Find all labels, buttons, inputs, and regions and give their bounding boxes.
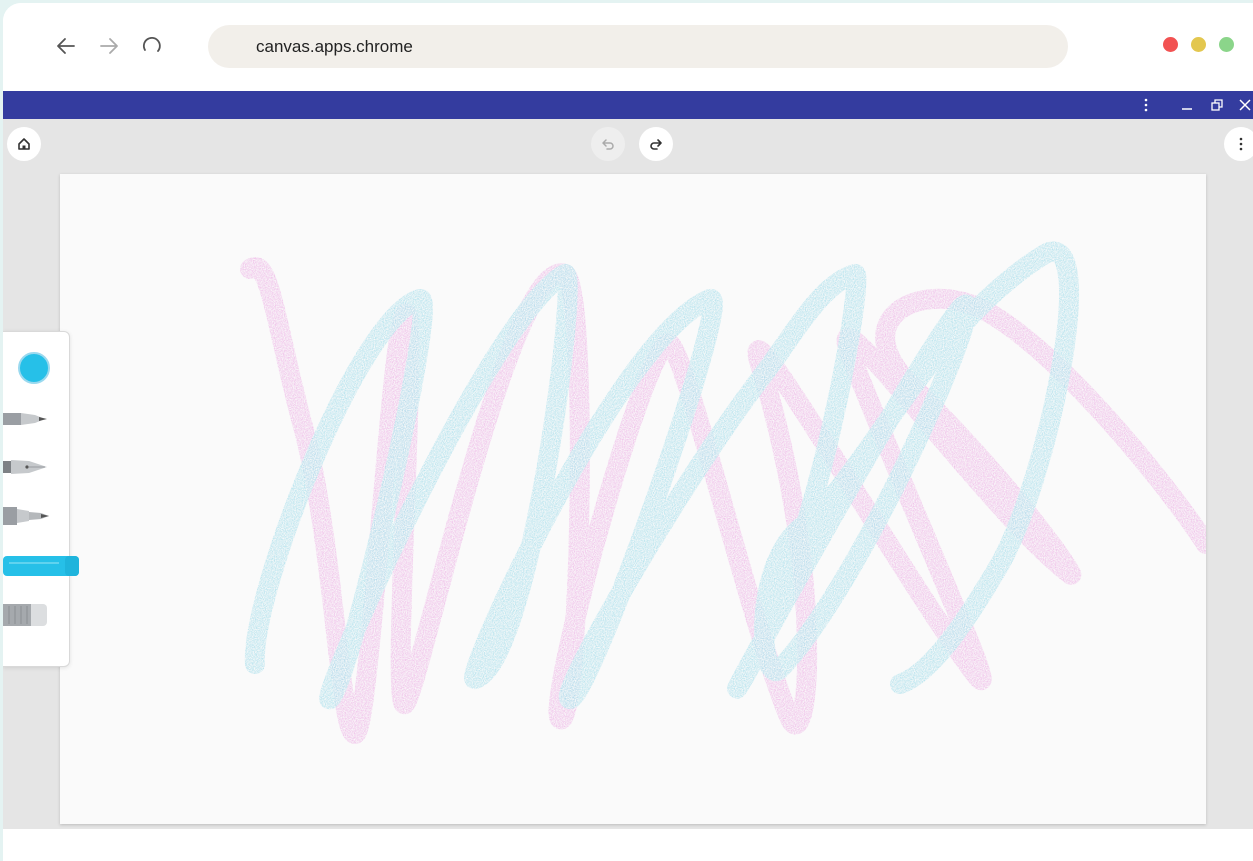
redo-button[interactable] [639, 127, 673, 161]
tool-palette [3, 331, 79, 667]
minimize-icon [1182, 108, 1192, 110]
forward-button[interactable] [96, 33, 122, 59]
app-restore-button[interactable] [1207, 94, 1227, 116]
app-options-button[interactable] [1224, 127, 1253, 161]
url-text: canvas.apps.chrome [256, 36, 413, 56]
app-close-button[interactable] [1235, 94, 1253, 116]
browser-toolbar: canvas.apps.chrome [3, 3, 1253, 91]
home-button[interactable] [7, 127, 41, 161]
restore-icon [1211, 99, 1223, 111]
pencil-tool[interactable] [3, 408, 51, 435]
more-vertical-icon [1239, 137, 1243, 151]
drawing-strokes [240, 241, 1216, 744]
reload-button[interactable] [139, 33, 165, 59]
eraser-tool[interactable] [3, 602, 51, 633]
more-vertical-icon [1144, 98, 1148, 112]
app-titlebar [3, 91, 1253, 119]
home-icon [18, 138, 30, 150]
close-icon [1239, 99, 1251, 111]
back-button[interactable] [53, 33, 79, 59]
address-bar[interactable]: canvas.apps.chrome [208, 25, 1068, 68]
marker-icon [3, 507, 49, 525]
window-close-dot[interactable] [1163, 37, 1178, 52]
browser-window: canvas.apps.chrome [3, 3, 1253, 861]
window-minimize-dot[interactable] [1191, 37, 1206, 52]
app-minimize-button[interactable] [1177, 94, 1197, 116]
pencil-icon [3, 413, 47, 425]
fountain-pen-icon [3, 460, 47, 474]
bottom-strip [3, 829, 1253, 861]
highlighter-tool[interactable] [3, 554, 83, 583]
undo-button[interactable] [591, 127, 625, 161]
redo-icon [650, 139, 662, 150]
color-picker-button[interactable] [18, 352, 50, 384]
window-maximize-dot[interactable] [1219, 37, 1234, 52]
reload-icon [142, 36, 161, 52]
app-menu-button[interactable] [1136, 94, 1156, 116]
arrow-left-icon [57, 38, 75, 54]
undo-icon [602, 139, 614, 150]
arrow-right-icon [100, 38, 118, 54]
canvas-app [3, 119, 1253, 861]
highlighter-icon [3, 556, 79, 576]
drawing-canvas[interactable] [60, 174, 1216, 824]
marker-tool[interactable] [3, 504, 51, 533]
eraser-icon [3, 604, 47, 626]
pen-tool[interactable] [3, 456, 51, 483]
